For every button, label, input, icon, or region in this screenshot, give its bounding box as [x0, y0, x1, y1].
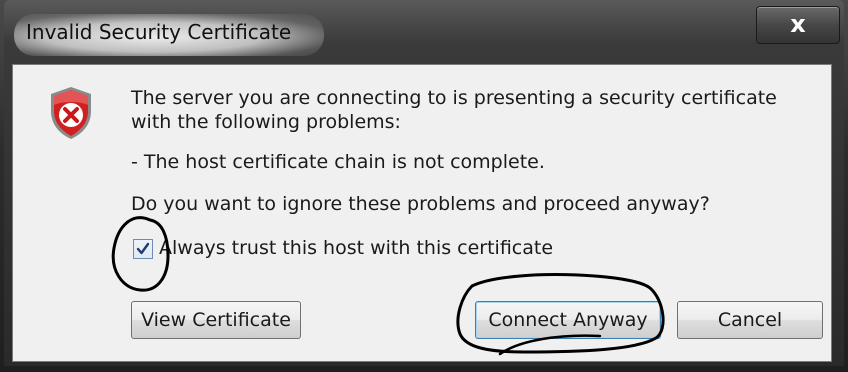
problem-item: - The host certificate chain is not comp… [131, 151, 545, 173]
window-title: Invalid Security Certificate [26, 20, 292, 44]
shield-error-icon [47, 85, 95, 141]
message-line-1: The server you are connecting to is pres… [131, 87, 777, 109]
message-line-2: with the following problems: [131, 111, 401, 133]
close-button[interactable]: x [756, 6, 840, 44]
always-trust-label[interactable]: Always trust this host with this certifi… [159, 237, 553, 259]
always-trust-checkbox[interactable] [133, 239, 153, 259]
view-certificate-button[interactable]: View Certificate [131, 301, 301, 339]
close-icon: x [790, 10, 806, 38]
title-bar[interactable]: Invalid Security Certificate x [4, 0, 844, 60]
checkmark-icon [136, 242, 150, 255]
dialog-content: The server you are connecting to is pres… [12, 64, 832, 362]
cancel-button[interactable]: Cancel [677, 301, 823, 339]
connect-anyway-button[interactable]: Connect Anyway [475, 301, 661, 339]
question-text: Do you want to ignore these problems and… [131, 193, 710, 215]
